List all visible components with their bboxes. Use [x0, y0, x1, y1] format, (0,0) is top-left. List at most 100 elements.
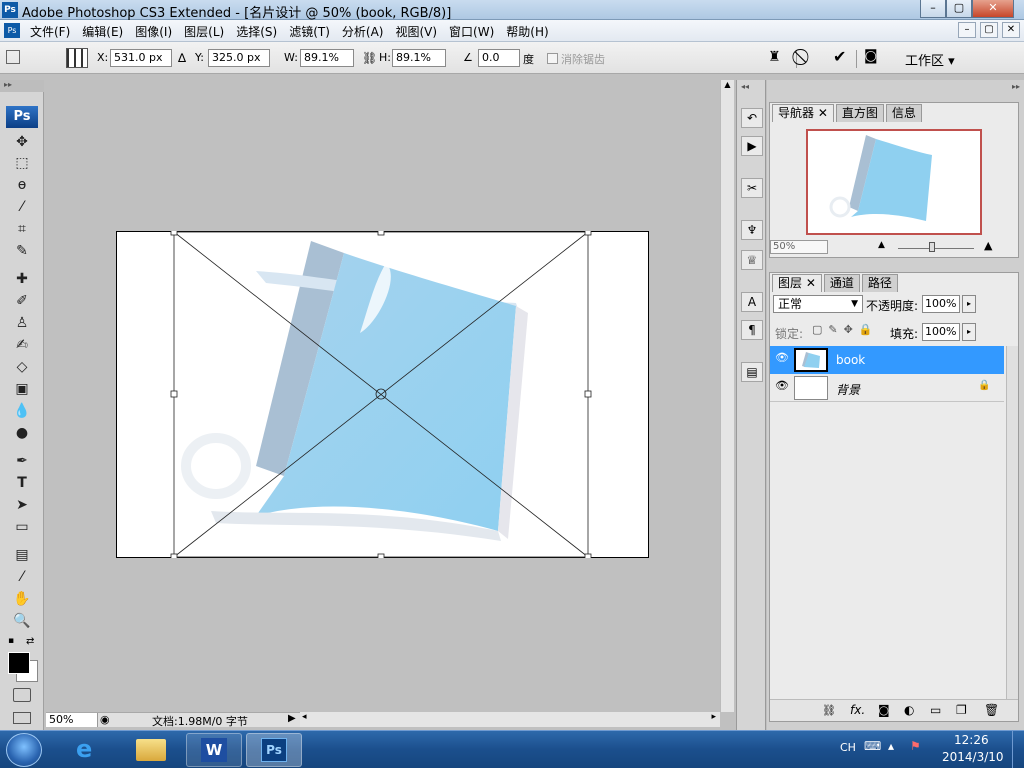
doc-minimize-button[interactable]: – [958, 22, 976, 38]
fill-slider-button[interactable]: ▸ [962, 323, 976, 341]
blend-mode-select[interactable]: 正常 ▼ [773, 295, 863, 313]
layer-name[interactable]: 背景 [836, 381, 860, 398]
slice-tool-icon[interactable]: ✎ [10, 241, 34, 261]
brush-tool-icon[interactable]: ✐ [10, 291, 34, 311]
handle-top-center[interactable] [377, 231, 385, 236]
scroll-right-icon[interactable]: ▸ [711, 712, 716, 722]
navigator-preview[interactable] [806, 129, 982, 235]
close-button[interactable]: ✕ [972, 0, 1014, 18]
clock-date[interactable]: 2014/3/10 [942, 750, 1004, 764]
move-tool-icon[interactable]: ✥ [10, 132, 34, 152]
doc-close-button[interactable]: ✕ [1002, 22, 1020, 38]
menu-select[interactable]: 选择(S) [236, 23, 277, 40]
menu-window[interactable]: 窗口(W) [449, 23, 494, 40]
default-colors-icon[interactable]: ▪ [8, 636, 14, 646]
tab-close-icon[interactable]: ✕ [818, 106, 828, 120]
keyboard-icon[interactable]: ⌨ [864, 739, 881, 753]
zoom-level-field[interactable]: 50% [46, 713, 98, 727]
foreground-color-swatch[interactable] [8, 652, 30, 674]
path-selection-icon[interactable]: ➤ [10, 495, 34, 515]
tab-channels[interactable]: 通道 [823, 274, 860, 292]
hand-tool-icon[interactable]: ✋ [10, 589, 34, 609]
layer-row-background[interactable]: 👁 背景 🔒 [770, 374, 1004, 402]
antialias-checkbox[interactable] [547, 53, 558, 64]
status-menu-icon[interactable]: ◉ [100, 713, 110, 726]
history-panel-icon[interactable]: ↶ [741, 108, 763, 128]
menu-help[interactable]: 帮助(H) [506, 23, 548, 40]
handle-top-right[interactable] [584, 231, 592, 236]
start-button[interactable] [6, 733, 42, 767]
actions-panel-icon[interactable]: ▶ [741, 136, 763, 156]
horizontal-scrollbar[interactable]: ◂ ▸ [300, 712, 720, 727]
crop-tool-icon[interactable]: ⌗ [10, 219, 34, 239]
eye-icon[interactable]: 👁 [775, 351, 789, 364]
eraser-tool-icon[interactable]: ◇ [10, 357, 34, 377]
fx-button[interactable]: fx. [850, 703, 865, 717]
dodge-tool-icon[interactable]: ● [10, 423, 34, 443]
word-taskbar-icon[interactable]: W [186, 733, 242, 767]
clone-source-icon[interactable]: ♕ [741, 250, 763, 270]
eyedropper-tool-icon[interactable]: ⁄ [10, 567, 34, 587]
eye-icon[interactable]: 👁 [775, 379, 789, 392]
bridge-icon[interactable]: ◙ [864, 48, 878, 64]
show-hidden-icons-icon[interactable]: ▴ [888, 739, 894, 753]
pen-tool-icon[interactable]: ✒ [10, 451, 34, 471]
scroll-left-icon[interactable]: ◂ [302, 712, 307, 722]
menu-image[interactable]: 图像(I) [135, 23, 172, 40]
clone-stamp-icon[interactable]: ♙ [10, 313, 34, 333]
handle-bottom-center[interactable] [377, 553, 385, 558]
menu-edit[interactable]: 编辑(E) [82, 23, 123, 40]
photoshop-taskbar-icon[interactable]: Ps [246, 733, 302, 767]
zoom-in-icon[interactable]: ▲ [984, 239, 992, 252]
lock-options-icons[interactable]: ▢✎✥🔒 [812, 323, 879, 336]
status-arrow-icon[interactable]: ▶ [288, 713, 296, 724]
tab-paths[interactable]: 路径 [861, 274, 898, 292]
move-tool-preset-icon[interactable] [6, 50, 20, 64]
swap-colors-icon[interactable]: ⇄ [26, 636, 34, 647]
delete-layer-icon[interactable]: 🗑 [984, 703, 999, 717]
lasso-tool-icon[interactable]: ɵ [10, 175, 34, 195]
layer-name[interactable]: book [836, 353, 865, 367]
fill-input[interactable]: 100% [922, 323, 960, 341]
marquee-tool-icon[interactable]: ⬚ [10, 153, 34, 173]
notes-tool-icon[interactable]: ▤ [10, 545, 34, 565]
gradient-tool-icon[interactable]: ▣ [10, 379, 34, 399]
link-chain-icon[interactable]: ⛓ [362, 51, 377, 65]
height-scale-input[interactable]: 89.1% [392, 49, 446, 67]
layer-comps-icon[interactable]: ▤ [741, 362, 763, 382]
maximize-button[interactable]: ▢ [946, 0, 972, 18]
vertical-scrollbar[interactable]: ▲ [720, 80, 734, 712]
handle-middle-left[interactable] [170, 390, 178, 398]
opacity-input[interactable]: 100% [922, 295, 960, 313]
blur-tool-icon[interactable]: 💧 [10, 401, 34, 421]
network-status-icon[interactable]: ⚑ [910, 739, 921, 753]
collapse-arrows-icon[interactable]: ◂◂ [741, 82, 749, 91]
input-language[interactable]: CH [840, 741, 856, 754]
toolbox-grip[interactable]: ▸▸ [0, 80, 44, 92]
show-desktop-button[interactable] [1012, 731, 1024, 768]
ie-taskbar-icon[interactable]: e [62, 733, 118, 767]
explorer-taskbar-icon[interactable] [124, 733, 180, 767]
y-position-input[interactable]: 325.0 px [208, 49, 270, 67]
tab-histogram[interactable]: 直方图 [835, 104, 884, 122]
reference-point-icon[interactable] [66, 48, 88, 68]
rotate-angle-input[interactable]: 0.0 [478, 49, 520, 67]
tab-navigator[interactable]: 导航器 ✕ [772, 104, 834, 122]
handle-top-left[interactable] [170, 231, 178, 236]
doc-restore-button[interactable]: ▢ [980, 22, 998, 38]
navigator-zoom-field[interactable]: 50% [770, 240, 828, 254]
new-layer-icon[interactable]: ❐ [956, 703, 967, 717]
type-tool-icon[interactable]: T [10, 473, 34, 493]
dock-expand-icon[interactable]: ▸▸ [767, 82, 1024, 94]
shape-tool-icon[interactable]: ▭ [10, 517, 34, 537]
quick-mask-icon[interactable] [13, 688, 31, 702]
zoom-slider-thumb[interactable] [929, 242, 935, 252]
opacity-slider-button[interactable]: ▸ [962, 295, 976, 313]
menu-analysis[interactable]: 分析(A) [342, 23, 384, 40]
tab-layers[interactable]: 图层 ✕ [772, 274, 822, 292]
tool-presets-icon[interactable]: ✂ [741, 178, 763, 198]
commit-transform-icon[interactable]: ✔ [833, 47, 846, 66]
scroll-up-icon[interactable]: ▲ [721, 80, 734, 89]
adjustment-layer-icon[interactable]: ◐ [904, 703, 914, 717]
width-scale-input[interactable]: 89.1% [300, 49, 354, 67]
